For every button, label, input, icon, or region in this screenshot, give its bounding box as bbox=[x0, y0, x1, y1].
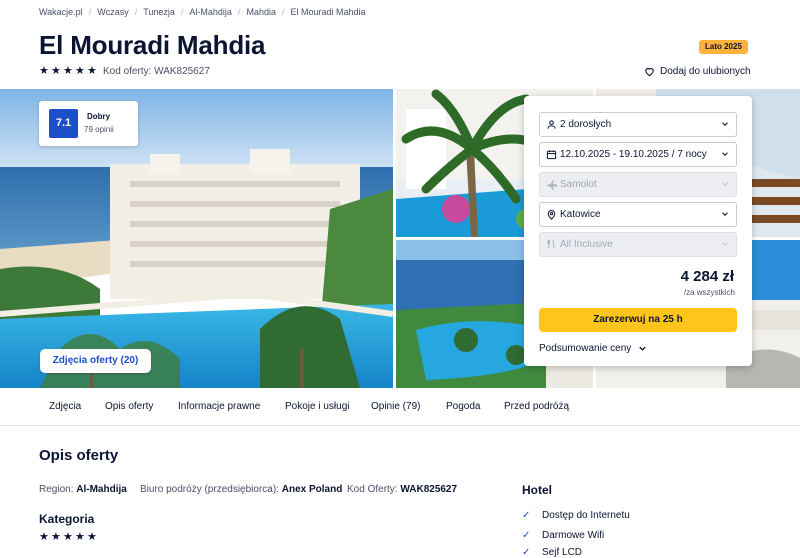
offer-code: Kod oferty: WAK825627 bbox=[103, 66, 210, 77]
departure-select[interactable]: Katowice bbox=[539, 202, 737, 227]
region-label: Region: bbox=[39, 484, 74, 495]
breadcrumb-separator: / bbox=[180, 7, 184, 17]
page-title: El Mouradi Mahdia bbox=[39, 30, 266, 60]
feature-item: ✓ Dostęp do Internetu bbox=[522, 510, 630, 521]
star-icon: ★ bbox=[51, 531, 61, 543]
price-note: /za wszystkich bbox=[683, 288, 735, 297]
rating-label: Dobry bbox=[87, 112, 111, 121]
breadcrumb-item[interactable]: Al-Mahdija bbox=[189, 7, 232, 17]
breadcrumb-item[interactable]: Tunezja bbox=[143, 7, 175, 17]
region-value: Al-Mahdija bbox=[76, 484, 127, 495]
calendar-icon bbox=[546, 149, 557, 160]
breadcrumb-item-current: El Mouradi Mahdia bbox=[290, 7, 366, 17]
chevron-down-icon bbox=[639, 346, 646, 351]
board-select[interactable]: All Inclusive bbox=[539, 232, 737, 257]
hotel-stars: ★ ★ ★ ★ ★ bbox=[39, 66, 98, 77]
breadcrumb-item[interactable]: Mahdia bbox=[246, 7, 276, 17]
tab-rooms[interactable]: Pokoje i usługi bbox=[285, 401, 349, 412]
add-to-favorites-button[interactable]: Dodaj do ulubionych bbox=[644, 66, 751, 77]
review-count: 79 opinii bbox=[84, 125, 114, 134]
dates-value: 12.10.2025 - 19.10.2025 / 7 nocy bbox=[560, 149, 707, 160]
star-icon: ★ bbox=[51, 65, 61, 77]
feature-label: Dostęp do Internetu bbox=[542, 510, 630, 521]
agency-info: Biuro podróży (przedsiębiorca): Anex Pol… bbox=[140, 484, 342, 495]
star-icon: ★ bbox=[87, 531, 97, 543]
season-badge: Lato 2025 bbox=[699, 40, 748, 54]
tab-weather[interactable]: Pogoda bbox=[446, 401, 480, 412]
favorites-label: Dodaj do ulubionych bbox=[660, 66, 751, 77]
star-icon: ★ bbox=[39, 531, 49, 543]
star-icon: ★ bbox=[63, 65, 73, 77]
chevron-down-icon bbox=[722, 122, 728, 127]
board-value: All Inclusive bbox=[560, 239, 613, 250]
person-icon bbox=[546, 119, 557, 130]
guests-value: 2 dorosłych bbox=[560, 119, 612, 130]
agency-value: Anex Poland bbox=[281, 484, 343, 495]
breadcrumb-item[interactable]: Wakacje.pl bbox=[39, 7, 83, 17]
chevron-down-icon bbox=[722, 212, 728, 217]
breadcrumb-separator: / bbox=[237, 7, 241, 17]
feature-item: ✓ Darmowe Wifi bbox=[522, 530, 604, 541]
checkmark-icon: ✓ bbox=[522, 510, 531, 521]
price-summary-label: Podsumowanie ceny bbox=[539, 343, 632, 354]
offer-code-info: Kod Oferty: WAK825627 bbox=[347, 484, 457, 495]
price-summary-toggle[interactable]: Podsumowanie ceny bbox=[539, 343, 648, 354]
offer-photos-button[interactable]: Zdjęcia oferty (20) bbox=[40, 349, 151, 373]
tab-description[interactable]: Opis oferty bbox=[105, 401, 153, 412]
star-icon: ★ bbox=[75, 65, 85, 77]
checkmark-icon: ✓ bbox=[522, 530, 531, 541]
agency-label: Biuro podróży (przedsiębiorca): bbox=[140, 484, 279, 495]
offer-description-heading: Opis oferty bbox=[39, 447, 119, 464]
chevron-down-icon bbox=[722, 182, 728, 187]
category-heading: Kategoria bbox=[39, 512, 95, 526]
tab-photos[interactable]: Zdjęcia bbox=[49, 401, 81, 412]
feature-label: Darmowe Wifi bbox=[542, 530, 605, 541]
chevron-down-icon bbox=[722, 242, 728, 247]
hotel-features-heading: Hotel bbox=[522, 483, 552, 497]
transport-value: Samolot bbox=[560, 179, 597, 190]
rating-score: 7.1 bbox=[49, 109, 78, 138]
tab-before-trip[interactable]: Przed podróżą bbox=[504, 401, 569, 412]
dates-select[interactable]: 12.10.2025 - 19.10.2025 / 7 nocy bbox=[539, 142, 737, 167]
book-button[interactable]: Zarezerwuj na 25 h bbox=[539, 308, 737, 332]
breadcrumb-separator: / bbox=[282, 7, 285, 17]
star-icon: ★ bbox=[75, 531, 85, 543]
breadcrumb-separator: / bbox=[134, 7, 138, 17]
offer-code-value: WAK825627 bbox=[400, 484, 458, 495]
heart-icon bbox=[645, 67, 654, 77]
region-info: Region: Al-Mahdija bbox=[39, 484, 127, 495]
dining-icon bbox=[546, 239, 557, 250]
breadcrumb-separator: / bbox=[88, 7, 92, 17]
plane-icon bbox=[546, 179, 557, 191]
tab-legal[interactable]: Informacje prawne bbox=[178, 401, 260, 412]
category-stars: ★ ★ ★ ★ ★ bbox=[39, 532, 98, 543]
offer-code-label: Kod Oferty: bbox=[347, 484, 398, 495]
offer-tabs: Zdjęcia Opis oferty Informacje prawne Po… bbox=[0, 388, 800, 426]
star-icon: ★ bbox=[87, 65, 97, 77]
transport-select[interactable]: Samolot bbox=[539, 172, 737, 197]
tab-reviews[interactable]: Opinie (79) bbox=[371, 401, 420, 412]
breadcrumb-item[interactable]: Wczasy bbox=[97, 7, 129, 17]
breadcrumb: Wakacje.pl / Wczasy / Tunezja / Al-Mahdija /… bbox=[39, 7, 366, 17]
location-pin-icon bbox=[546, 209, 557, 220]
star-icon: ★ bbox=[63, 531, 73, 543]
departure-value: Katowice bbox=[560, 209, 601, 220]
rating-card[interactable]: 7.1 Dobry 79 opinii bbox=[39, 101, 138, 146]
chevron-down-icon bbox=[722, 152, 728, 157]
total-price: 4 284 zł bbox=[680, 268, 734, 285]
guests-select[interactable]: 2 dorosłych bbox=[539, 112, 737, 137]
star-icon: ★ bbox=[39, 65, 49, 77]
